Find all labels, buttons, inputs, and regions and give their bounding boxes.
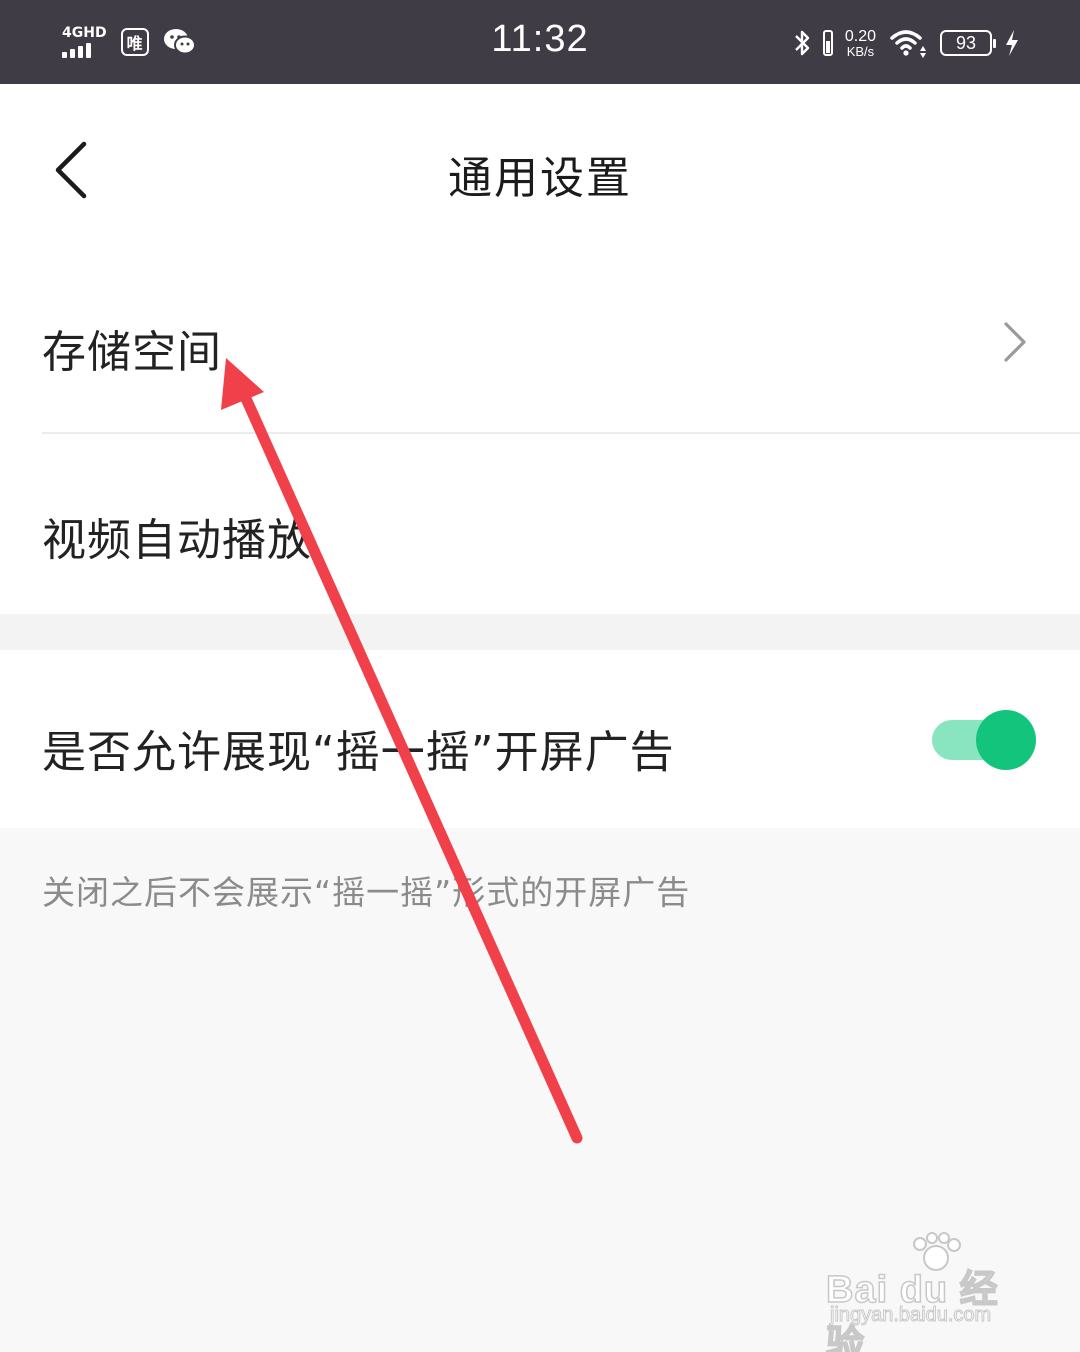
page-title: 通用设置	[448, 153, 632, 204]
shake-ad-toggle[interactable]	[928, 708, 1040, 772]
shake-ad-label: 是否允许展现“摇一摇”开屏广告	[42, 727, 675, 778]
baidu-jingyan-watermark: Bai du 经验 jingyan.baidu.com	[825, 1232, 1036, 1352]
video-autoplay-label: 视频自动播放	[42, 515, 312, 566]
video-autoplay-row[interactable]: 视频自动播放	[0, 434, 1080, 614]
speed-value: 0.20	[844, 27, 876, 45]
app-header: 通用设置	[0, 84, 1080, 254]
status-bar: 4GHD 唯 11:32 0.20 KB/s 93	[0, 0, 1080, 84]
watermark-url: jingyan.baidu.com	[829, 1304, 992, 1327]
vibrate-icon	[822, 30, 833, 56]
chevron-right-icon	[1004, 322, 1026, 362]
speed-unit: KB/s	[846, 43, 875, 59]
bluetooth-icon	[795, 30, 810, 56]
shake-ad-row: 是否允许展现“摇一摇”开屏广告	[0, 650, 1080, 828]
settings-group-general: 存储空间 视频自动播放	[0, 254, 1080, 614]
network-speed: 0.20 KB/s	[844, 27, 876, 59]
toggle-knob	[976, 710, 1036, 770]
settings-page: 4GHD 唯 11:32 0.20 KB/s 93 通用设置 存储空间 视频自动…	[0, 0, 1080, 1352]
wifi-icon	[890, 30, 926, 58]
storage-label: 存储空间	[42, 327, 222, 378]
charging-icon	[1006, 30, 1018, 56]
battery-icon: 93	[940, 30, 996, 56]
storage-row[interactable]: 存储空间	[0, 254, 1080, 432]
status-bar-right: 0.20 KB/s 93	[793, 22, 1020, 64]
battery-level: 93	[955, 32, 977, 53]
shake-ad-hint: 关闭之后不会展示“摇一摇”形式的开屏广告	[42, 873, 691, 912]
settings-group-ads: 是否允许展现“摇一摇”开屏广告	[0, 650, 1080, 828]
section-gap	[0, 614, 1080, 650]
